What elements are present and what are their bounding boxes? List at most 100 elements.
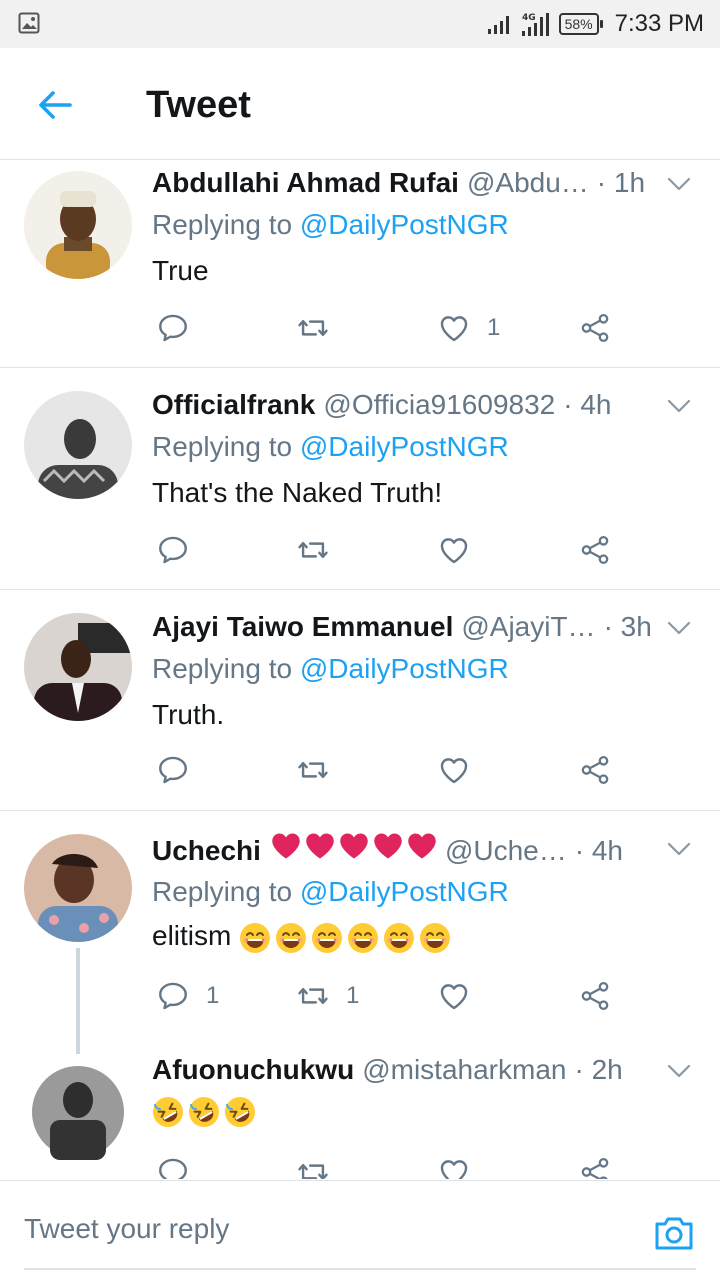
chevron-down-icon[interactable]	[666, 619, 692, 637]
author-name[interactable]: Ajayi Taiwo Emmanuel	[152, 611, 453, 643]
mention-link[interactable]: @DailyPostNGR	[300, 876, 509, 907]
retweet-icon	[296, 533, 330, 567]
share-button[interactable]	[578, 530, 612, 570]
avatar[interactable]	[24, 1058, 132, 1166]
reply-input[interactable]: Tweet your reply	[24, 1213, 229, 1245]
author-name[interactable]: Officialfrank	[152, 389, 315, 421]
share-button[interactable]	[578, 976, 612, 1016]
share-icon	[578, 753, 612, 787]
tweet-item[interactable]: Ajayi Taiwo Emmanuel @AjayiT… · 3h Reply…	[0, 591, 720, 811]
like-button[interactable]	[437, 750, 487, 790]
tweet-item[interactable]: Afuonuchukwu @mistaharkman · 2h	[0, 1048, 720, 1179]
author-name[interactable]: Abdullahi Ahmad Rufai	[152, 167, 459, 199]
retweet-icon	[296, 311, 330, 345]
reply-icon	[156, 979, 190, 1013]
tweet-text: True	[152, 255, 209, 286]
tweet-item[interactable]: Uchechi @Uche… · 4h Replying to @DailyPo…	[0, 812, 720, 1054]
chevron-down-icon[interactable]	[666, 1062, 692, 1080]
share-button[interactable]	[578, 308, 612, 348]
grinning-emoji-icon	[311, 922, 343, 954]
avatar[interactable]	[24, 391, 132, 499]
retweet-icon	[296, 753, 330, 787]
reply-icon	[156, 753, 190, 787]
tweet-text: Truth.	[152, 699, 225, 730]
chevron-down-icon[interactable]	[666, 175, 692, 193]
reply-button[interactable]	[156, 1152, 190, 1179]
chevron-down-icon[interactable]	[666, 397, 692, 415]
reply-button[interactable]	[156, 530, 206, 570]
heart-emoji-icon	[271, 832, 301, 860]
share-icon	[578, 1155, 612, 1179]
replying-to: Replying to @DailyPostNGR	[152, 209, 509, 241]
retweet-icon	[296, 1155, 330, 1179]
retweet-button[interactable]	[296, 308, 346, 348]
author-handle[interactable]: @mistaharkman	[362, 1054, 566, 1086]
like-button[interactable]	[437, 976, 487, 1016]
heart-emoji-icon	[339, 832, 369, 860]
author-name[interactable]: Uchechi	[152, 835, 261, 867]
tweet-text: elitism	[152, 920, 451, 954]
heart-icon	[437, 753, 471, 787]
reply-button[interactable]	[156, 308, 206, 348]
tweet-item[interactable]: Officialfrank @Officia91609832 · 4h Repl…	[0, 369, 720, 590]
camera-icon[interactable]	[652, 1211, 696, 1255]
mention-link[interactable]: @DailyPostNGR	[300, 431, 509, 462]
avatar[interactable]	[24, 613, 132, 721]
grinning-emoji-icon	[347, 922, 379, 954]
mention-link[interactable]: @DailyPostNGR	[300, 653, 509, 684]
tweet-actions: 1 1	[0, 976, 720, 1016]
like-button[interactable]	[437, 1152, 471, 1179]
status-right: 4G 58% 7:33 PM	[487, 0, 704, 48]
rofl-emoji-icon	[188, 1096, 220, 1128]
reply-input-underline	[24, 1268, 696, 1270]
chevron-down-icon[interactable]	[666, 840, 692, 858]
avatar[interactable]	[24, 834, 132, 942]
signal-4g-icon: 4G	[521, 13, 549, 36]
emoji-row	[239, 922, 451, 954]
share-button[interactable]	[578, 750, 612, 790]
back-arrow-icon[interactable]	[34, 84, 76, 126]
reply-composer: Tweet your reply	[0, 1180, 720, 1280]
retweet-button[interactable]: 1	[296, 976, 359, 1016]
author-handle[interactable]: @AjayiT…	[461, 611, 595, 643]
reply-button[interactable]	[156, 750, 206, 790]
share-icon	[578, 979, 612, 1013]
retweet-button[interactable]	[296, 1152, 330, 1179]
replying-to: Replying to @DailyPostNGR	[152, 876, 509, 908]
name-emoji-hearts	[271, 832, 437, 860]
share-icon	[578, 311, 612, 345]
author-handle[interactable]: @Uche…	[445, 835, 567, 867]
rofl-emoji-icon	[152, 1096, 184, 1128]
like-button[interactable]: 1	[437, 308, 500, 348]
rofl-emoji-icon	[224, 1096, 256, 1128]
heart-icon	[437, 1155, 471, 1179]
reply-icon	[156, 311, 190, 345]
heart-emoji-icon	[305, 832, 335, 860]
replying-to-label: Replying to	[152, 876, 293, 907]
author-handle[interactable]: @Abdu…	[467, 167, 589, 199]
retweet-count: 1	[346, 982, 360, 1009]
replying-to: Replying to @DailyPostNGR	[152, 653, 509, 685]
retweet-icon	[296, 979, 330, 1013]
avatar[interactable]	[24, 171, 132, 279]
author-name[interactable]: Afuonuchukwu	[152, 1054, 354, 1086]
mention-link[interactable]: @DailyPostNGR	[300, 209, 509, 240]
network-type-label: 4G	[522, 13, 536, 23]
tweet-time: · 4h	[563, 389, 612, 420]
like-button[interactable]	[437, 530, 487, 570]
tweet-actions	[0, 1152, 720, 1179]
status-bar: 4G 58% 7:33 PM	[0, 0, 720, 48]
grinning-emoji-icon	[419, 922, 451, 954]
heart-icon	[437, 533, 471, 567]
retweet-button[interactable]	[296, 750, 346, 790]
replying-to: Replying to @DailyPostNGR	[152, 431, 509, 463]
tweet-item[interactable]: Abdullahi Ahmad Rufai @Abdu… · 1h Replyi…	[0, 161, 720, 368]
reply-icon	[156, 1155, 190, 1179]
tweet-time: · 1h	[596, 167, 646, 198]
reply-button[interactable]: 1	[156, 976, 219, 1016]
heart-emoji-icon	[407, 832, 437, 860]
tweet-text	[152, 1094, 256, 1128]
retweet-button[interactable]	[296, 530, 346, 570]
share-button[interactable]	[578, 1152, 612, 1179]
author-handle[interactable]: @Officia91609832	[323, 389, 555, 421]
